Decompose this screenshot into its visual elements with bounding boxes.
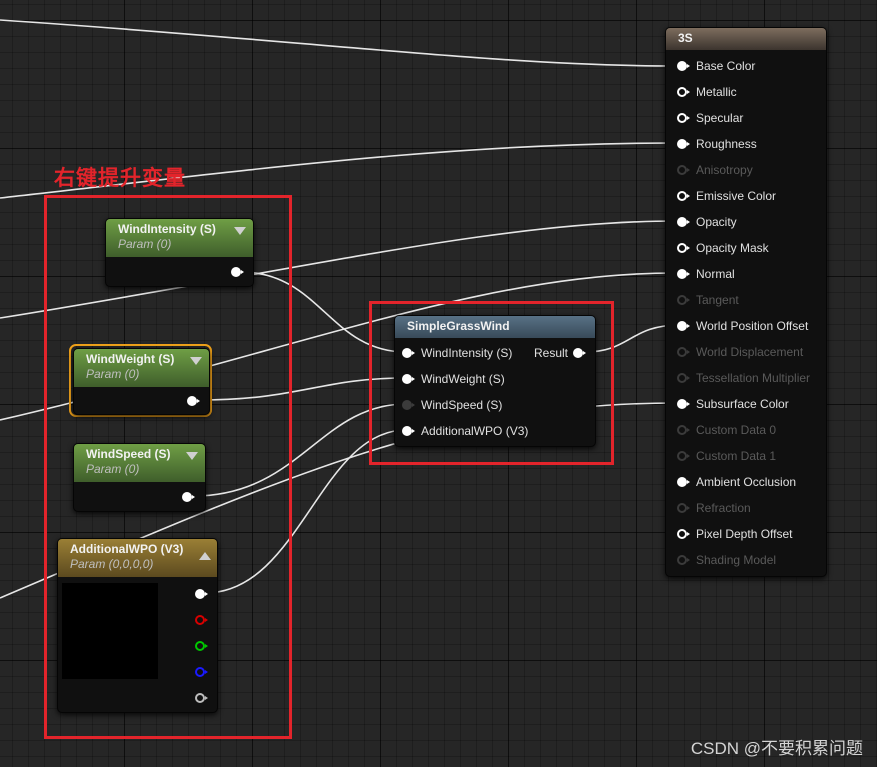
material-input-label: Specular [696, 111, 744, 125]
material-input-label: Custom Data 0 [696, 423, 777, 437]
wire-offscreen-base-color [0, 19, 677, 67]
color-preview-swatch [62, 583, 158, 679]
material-input-pin[interactable] [677, 425, 690, 435]
material-input-pin[interactable] [677, 503, 690, 513]
material-input-pin[interactable] [677, 295, 690, 305]
material-input-label: Metallic [696, 85, 737, 99]
simple-grass-wind-node[interactable]: SimpleGrassWind WindIntensity (S) WindWe… [394, 315, 596, 447]
material-input-label: Opacity Mask [696, 241, 769, 255]
material-input-pin[interactable] [677, 139, 690, 149]
material-input-label: Normal [696, 267, 735, 281]
output-label: Result [534, 346, 569, 360]
material-input-label: Tessellation Multiplier [696, 371, 811, 385]
material-result-node[interactable]: 3S Base Color Metallic Specular Roughness An… [665, 27, 827, 577]
material-input-label: Opacity [696, 215, 737, 229]
material-input-label: Shading Model [696, 553, 777, 567]
output-pin-blue[interactable] [195, 667, 208, 677]
material-input-pin[interactable] [677, 113, 690, 123]
output-pin-green[interactable] [195, 641, 208, 651]
annotation-label: 右键提升变量 [54, 167, 186, 190]
material-input-label: Pixel Depth Offset [696, 527, 793, 541]
node-title: WindWeight (S) [86, 352, 175, 366]
collapse-toggle-icon[interactable] [234, 227, 246, 235]
node-subtitle: Param (0) [86, 462, 140, 476]
material-input-pin[interactable] [677, 321, 690, 331]
material-input-label: Ambient Occlusion [696, 475, 797, 489]
input-label: AdditionalWPO (V3) [421, 424, 529, 438]
wind-weight-param-node[interactable]: WindWeight (S) Param (0) [73, 348, 210, 415]
material-input-pin[interactable] [677, 165, 690, 175]
material-input-label: Subsurface Color [696, 397, 789, 411]
material-input-pin[interactable] [677, 87, 690, 97]
node-title: WindIntensity (S) [118, 222, 216, 236]
material-input-pin[interactable] [677, 451, 690, 461]
input-label: WindIntensity (S) [421, 346, 513, 360]
material-input-label: World Displacement [696, 345, 804, 359]
material-input-pin[interactable] [677, 191, 690, 201]
input-pin-additional-wpo[interactable] [402, 426, 415, 436]
material-input-pin[interactable] [677, 529, 690, 539]
material-input-pin[interactable] [677, 373, 690, 383]
input-pin-wind-speed[interactable] [402, 400, 415, 410]
output-pin-result[interactable] [573, 348, 586, 358]
material-input-label: Emissive Color [696, 189, 777, 203]
material-input-label: Tangent [696, 293, 739, 307]
watermark: CSDN @不要积累问题 [690, 739, 863, 758]
output-pin[interactable] [182, 492, 195, 502]
node-title: WindSpeed (S) [86, 447, 171, 461]
wind-intensity-param-node[interactable]: WindIntensity (S) Param (0) [105, 218, 254, 287]
material-input-label: Roughness [696, 137, 757, 151]
material-input-pin[interactable] [677, 477, 690, 487]
output-pin[interactable] [231, 267, 244, 277]
collapse-toggle-icon[interactable] [199, 552, 211, 560]
input-label: WindWeight (S) [421, 372, 505, 386]
node-title: 3S [678, 31, 693, 45]
node-subtitle: Param (0) [118, 237, 172, 251]
collapse-toggle-icon[interactable] [186, 452, 198, 460]
output-pin-alpha[interactable] [195, 693, 208, 703]
material-input-pin[interactable] [677, 269, 690, 279]
material-input-label: Custom Data 1 [696, 449, 777, 463]
input-pin-wind-intensity[interactable] [402, 348, 415, 358]
wind-speed-param-node[interactable]: WindSpeed (S) Param (0) [73, 443, 206, 512]
output-pin-red[interactable] [195, 615, 208, 625]
input-pin-wind-weight[interactable] [402, 374, 415, 384]
node-subtitle: Param (0) [86, 367, 140, 381]
node-subtitle: Param (0,0,0,0) [70, 557, 154, 571]
material-input-pin[interactable] [677, 217, 690, 227]
output-pin-rgba[interactable] [195, 589, 208, 599]
material-input-label: Refraction [696, 501, 751, 515]
output-pin[interactable] [187, 396, 200, 406]
additional-wpo-param-node[interactable]: AdditionalWPO (V3) Param (0,0,0,0) [57, 538, 218, 713]
material-input-pin[interactable] [677, 61, 690, 71]
material-input-pin[interactable] [677, 399, 690, 409]
input-label: WindSpeed (S) [421, 398, 503, 412]
node-title: SimpleGrassWind [407, 319, 510, 333]
material-input-pin[interactable] [677, 347, 690, 357]
material-input-pin[interactable] [677, 243, 690, 253]
material-input-label: Base Color [696, 59, 756, 73]
node-title: AdditionalWPO (V3) [70, 542, 184, 556]
material-input-pin[interactable] [677, 555, 690, 565]
collapse-toggle-icon[interactable] [190, 357, 202, 365]
material-input-label: Anisotropy [696, 163, 753, 177]
material-input-label: World Position Offset [696, 319, 809, 333]
